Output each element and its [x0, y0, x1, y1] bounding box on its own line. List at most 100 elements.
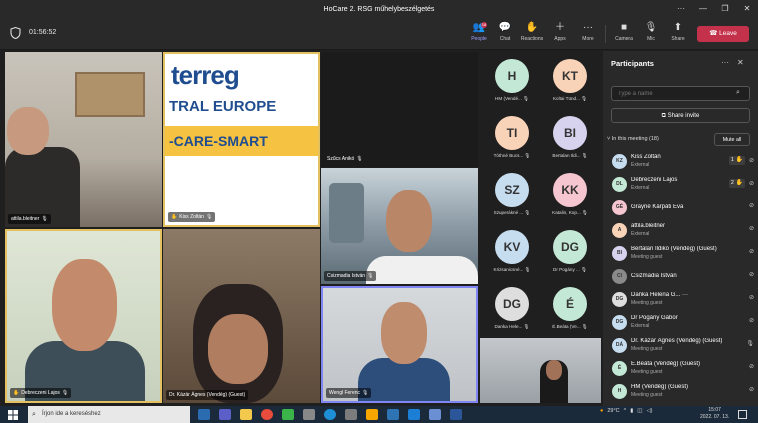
title-bar: HoCare 2. RSG műhelybeszélgetés ··· — ❐ …	[0, 0, 758, 18]
ie-icon[interactable]	[408, 409, 420, 420]
taskbar-search-box[interactable]: ⌕ Írjon ide a kereséshez	[28, 406, 190, 423]
participant-row[interactable]: DÁ Dr. Kázár Ágnes (Vendég) (Guest) Meetin…	[609, 335, 754, 356]
participant-row[interactable]: DL Debreczeni Lajos External 2 ✋ ⊘	[609, 174, 754, 195]
avatar-tile[interactable]: SZ Szuperákné ... 🎙	[482, 169, 542, 225]
avatar-tile[interactable]: KK Katalin, Kop... 🎙	[540, 169, 600, 225]
in-meeting-section-header[interactable]: ˅ In this meeting (18)	[607, 136, 659, 142]
phone-icon: ☎	[709, 30, 720, 37]
participant-search-input[interactable]	[611, 86, 750, 101]
avatar-tile[interactable]: BI Bertalan Ildi... 🎙	[540, 112, 600, 168]
avatar-tile[interactable]: KV Krizsanicsné... 🎙	[482, 226, 542, 282]
participant-row[interactable]: GÉ Grayné Kárpáti Éva ⊘	[609, 197, 754, 218]
video-tile-active[interactable]: ✋ Debreczeni Lajos 🎙	[5, 229, 162, 403]
video-tile-pinned[interactable]: Wengl Ferenc 🎙	[321, 286, 478, 403]
raised-hand-order: 2 ✋	[729, 179, 745, 188]
avatar-name: Szuperákné ... 🎙	[482, 210, 542, 216]
avatar-tile[interactable]: TI Tóthné Bucs... 🎙	[482, 112, 542, 168]
participant-row[interactable]: É É.Beáta (Vendég) (Guest) Meeting guest ⊘	[609, 358, 754, 379]
mic-off-icon[interactable]: ⊘	[749, 180, 754, 187]
more-options-icon[interactable]: ···	[670, 0, 692, 18]
edge-icon[interactable]	[324, 409, 336, 420]
video-tile[interactable]: Csizmadia István 🎙	[321, 168, 478, 284]
participant-row[interactable]: H HM (Vendég) (Guest) Meeting guest ⊘	[609, 381, 754, 402]
self-view[interactable]	[480, 338, 601, 403]
tray-chevron-icon[interactable]: ^	[624, 408, 627, 414]
avatar: DG	[612, 315, 627, 330]
avatar-tile[interactable]: H HM (Vendé... 🎙	[482, 55, 542, 111]
maximize-button[interactable]: ❐	[714, 0, 736, 18]
teams-icon[interactable]	[219, 409, 231, 420]
taskbar-clock[interactable]: 15:07 2022. 07. 13.	[700, 407, 729, 421]
avatar: DG	[612, 292, 627, 307]
participant-row[interactable]: DG Danka Helena G... ··· Meeting guest ⊘	[609, 289, 754, 310]
participant-role: Meeting guest	[631, 369, 663, 375]
network-icon[interactable]: ◫	[637, 408, 642, 414]
people-button[interactable]: 👥 People 18	[465, 21, 493, 47]
volume-icon[interactable]: ◁)	[646, 408, 652, 414]
video-tile-active-speaker[interactable]: terreg TRAL EUROPE -CARE-SMART ✋ Kiss Zol…	[163, 52, 320, 227]
outlook-icon[interactable]	[387, 409, 399, 420]
mic-off-icon[interactable]: ⊘	[749, 363, 754, 370]
ellipsis-icon[interactable]: ···	[721, 58, 729, 67]
participant-row[interactable]: Aattila.bleitner External ⊘	[609, 220, 754, 241]
leave-button[interactable]: ☎ Leave	[697, 26, 749, 42]
participant-row[interactable]: KZ Kiss Zoltán External 1 ✋ ⊘	[609, 151, 754, 172]
more-button[interactable]: ··· More	[574, 21, 602, 47]
word-icon[interactable]	[450, 409, 462, 420]
avatar: A	[612, 223, 627, 238]
mic-icon[interactable]: 🎙	[746, 340, 754, 347]
chrome-icon[interactable]	[261, 409, 273, 420]
app-icon[interactable]	[429, 409, 441, 420]
mic-off-icon[interactable]: ⊘	[749, 225, 754, 232]
avatar: KZ	[612, 154, 627, 169]
camera-icon: ■	[620, 22, 628, 33]
participant-actions: ⊘	[749, 294, 754, 301]
reactions-button[interactable]: ✋ Reactions	[518, 21, 546, 47]
mic-off-icon[interactable]: ⊘	[749, 271, 754, 278]
file-explorer-icon[interactable]	[240, 409, 252, 420]
close-icon[interactable]: ✕	[737, 58, 744, 67]
video-tile-no-video[interactable]: Szűcs Anikó 🎙	[321, 52, 478, 167]
app-icon[interactable]	[303, 409, 315, 420]
windows-start-icon[interactable]	[8, 410, 18, 420]
mic-button[interactable]: 🎙 Mic	[637, 21, 665, 47]
camera-button[interactable]: ■ Camera	[610, 21, 638, 47]
avatar-tile[interactable]: DG Danka Hele... 🎙	[482, 283, 542, 339]
avatar: É	[553, 287, 587, 321]
chat-button[interactable]: 💬 Chat	[491, 21, 519, 47]
avatar-tile[interactable]: É É.Beáta (Ve... 🎙	[540, 283, 600, 339]
avatar: SZ	[495, 173, 529, 207]
participant-row[interactable]: DG Dr Pogány Gábor External ⊘	[609, 312, 754, 333]
search-icon: ⌕	[736, 89, 740, 96]
notification-icon[interactable]	[738, 410, 747, 419]
app-icon[interactable]	[345, 409, 357, 420]
mute-all-button[interactable]: Mute all	[714, 133, 750, 146]
avatar-tile[interactable]: DG Dr Pogány ... 🎙	[540, 226, 600, 282]
battery-icon[interactable]: ▮	[630, 408, 633, 414]
avatar: DÁ	[612, 338, 627, 353]
app-icon[interactable]	[366, 409, 378, 420]
task-view-icon[interactable]	[198, 409, 210, 420]
person-shirt	[358, 358, 450, 401]
share-button[interactable]: ⬆ Share	[664, 21, 692, 47]
mic-off-icon[interactable]: ⊘	[749, 317, 754, 324]
participant-row[interactable]: CI Csizmadia István ⊘	[609, 266, 754, 287]
mic-off-icon[interactable]: ⊘	[749, 202, 754, 209]
person-face	[386, 190, 432, 252]
close-button[interactable]: ✕	[736, 0, 758, 18]
video-tile[interactable]: Dr. Kázár Ágnes (Vendég) (Guest)	[163, 229, 320, 403]
mic-off-icon[interactable]: ⊘	[749, 248, 754, 255]
banner-yellow: -CARE-SMART	[165, 126, 318, 156]
chat-icon: 💬	[498, 22, 512, 33]
share-invite-button[interactable]: ⧉ Share invite	[611, 108, 750, 123]
app-icon[interactable]	[282, 409, 294, 420]
participant-row[interactable]: BI Bertalan Ildikó (Vendég) (Guest) Meetin…	[609, 243, 754, 264]
mic-off-icon[interactable]: ⊘	[749, 294, 754, 301]
toolbar-divider	[605, 25, 606, 43]
minimize-button[interactable]: —	[692, 0, 714, 18]
mic-off-icon[interactable]: ⊘	[749, 386, 754, 393]
avatar-tile[interactable]: KT Koltai Tünd... 🎙	[540, 55, 600, 111]
mic-off-icon[interactable]: ⊘	[749, 157, 754, 164]
video-tile[interactable]: attila.bleitner 🎙	[5, 52, 162, 227]
apps-button[interactable]: ＋ Apps	[546, 21, 574, 47]
